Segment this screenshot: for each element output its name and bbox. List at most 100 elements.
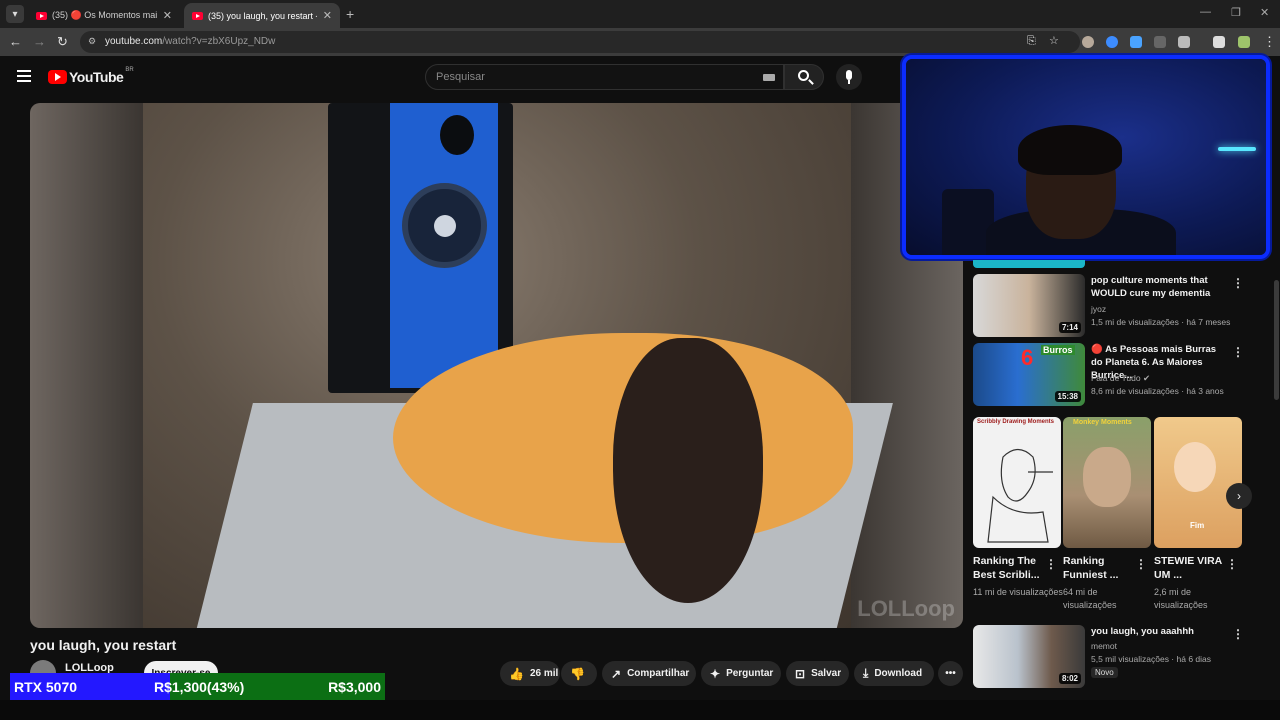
- new-badge: Novo: [1091, 667, 1118, 678]
- donation-goal-bar: RTX 5070 R$1,300(43%) R$3,000: [10, 673, 385, 700]
- youtube-logo[interactable]: YouTube BR: [48, 67, 134, 85]
- download-button[interactable]: ⤓ Download: [854, 661, 934, 686]
- more-options-icon[interactable]: ⋮: [1135, 557, 1147, 571]
- ask-button[interactable]: ✦ Perguntar: [701, 661, 781, 686]
- short-thumbnail[interactable]: Monkey Moments: [1063, 417, 1151, 548]
- short-title[interactable]: Ranking The Best Scribli...: [973, 554, 1045, 582]
- back-arrow-icon[interactable]: ←: [9, 34, 22, 49]
- more-options-icon[interactable]: ⋮: [1232, 276, 1244, 290]
- download-label: Download: [874, 668, 923, 679]
- thumbs-down-icon: 👎: [570, 666, 585, 681]
- webcam-overlay: [902, 55, 1270, 259]
- short-title[interactable]: Ranking Funniest ...: [1063, 554, 1135, 582]
- recommendation-meta: 8,6 mi de visualizações · há 3 anos: [1091, 386, 1224, 396]
- recommendation-thumbnail[interactable]: 8:02: [973, 625, 1085, 688]
- reload-icon[interactable]: ↻: [57, 34, 68, 50]
- thumbnail-caption: Burros: [1041, 345, 1075, 355]
- menu-icon[interactable]: [17, 70, 31, 85]
- window-close-icon[interactable]: ✕: [1260, 6, 1269, 19]
- download-icon: ⤓: [863, 666, 869, 680]
- extension-icon[interactable]: [1082, 36, 1094, 48]
- goal-remaining: R$1,300(43%) R$3,000: [154, 673, 385, 700]
- save-button[interactable]: ⊡ Salvar: [786, 661, 849, 686]
- short-views: 2,6 mi de visualizações: [1154, 587, 1208, 610]
- extension-icon[interactable]: [1106, 36, 1118, 48]
- bookmark-star-icon[interactable]: ☆: [1049, 34, 1059, 47]
- recommendation-channel[interactable]: jyoz: [1091, 303, 1106, 315]
- keyboard-icon[interactable]: [763, 74, 775, 81]
- recommendation-thumbnail[interactable]: 6 Burros 15:38: [973, 343, 1085, 406]
- speaker-port: [440, 115, 474, 155]
- monkey-face: [1083, 447, 1131, 507]
- tab-title: (35) 🔴 Os Momentos mais Ve: [52, 10, 157, 20]
- recommendation-title[interactable]: pop culture moments that WOULD cure my d…: [1091, 274, 1226, 300]
- ask-label: Perguntar: [726, 668, 774, 679]
- url-text: youtube.com/watch?v=zbX6Upz_NDw: [105, 36, 276, 47]
- video-player[interactable]: LOLLoop: [30, 103, 963, 628]
- extension-icon[interactable]: [1130, 36, 1142, 48]
- recommendation-channel[interactable]: memot: [1091, 640, 1117, 652]
- verified-icon: ✔: [1143, 373, 1151, 383]
- forward-arrow-icon[interactable]: →: [33, 34, 46, 49]
- page-scrollbar[interactable]: [1272, 100, 1280, 700]
- more-options-icon[interactable]: ⋮: [1226, 557, 1238, 571]
- dislike-button[interactable]: 👎: [561, 661, 597, 686]
- more-options-icon[interactable]: ⋮: [1045, 557, 1057, 571]
- partial-thumbnail[interactable]: [973, 260, 1085, 268]
- recommendation-title[interactable]: you laugh, you aaahhh: [1091, 625, 1226, 638]
- install-app-icon[interactable]: ⎘: [1027, 35, 1036, 48]
- chevron-right-icon[interactable]: ›: [1226, 483, 1252, 509]
- share-button[interactable]: ↗ Compartilhar: [602, 661, 696, 686]
- hamster-head: [613, 338, 763, 603]
- tab-title: (35) you laugh, you restart - Yo: [208, 10, 317, 21]
- browser-tab-active[interactable]: (35) you laugh, you restart - Yo ✕: [184, 3, 340, 28]
- speaker-image: [328, 103, 513, 393]
- short-thumbnail[interactable]: Fim: [1154, 417, 1242, 548]
- close-tab-icon[interactable]: ✕: [323, 9, 332, 22]
- more-icon: •••: [945, 668, 956, 679]
- more-actions-button[interactable]: •••: [938, 661, 963, 686]
- more-options-icon[interactable]: ⋮: [1232, 345, 1244, 359]
- minimize-icon[interactable]: —: [1200, 6, 1211, 18]
- thumbs-up-icon: 👍: [509, 666, 524, 681]
- close-tab-icon[interactable]: ✕: [163, 9, 172, 22]
- translate-icon[interactable]: [1154, 36, 1166, 48]
- recommendation-meta: 5,5 mil visualizações · há 6 dias: [1091, 654, 1212, 664]
- media-control-icon[interactable]: [1213, 36, 1225, 48]
- logo-text: YouTube: [69, 69, 124, 85]
- recommendation-channel[interactable]: Fala de Tudo ✔: [1091, 372, 1150, 384]
- tab-search-button[interactable]: ▾: [6, 5, 24, 23]
- sparkle-icon: ✦: [710, 666, 721, 681]
- goal-current: R$1,300(43%): [154, 678, 245, 695]
- browser-tab-strip: ▾ (35) 🔴 Os Momentos mais Ve ✕ (35) you …: [0, 0, 1280, 28]
- profile-avatar-icon[interactable]: [1238, 36, 1250, 48]
- video-title: you laugh, you restart: [30, 637, 177, 653]
- short-title[interactable]: STEWIE VIRA UM ...: [1154, 554, 1226, 582]
- share-icon: ↗: [611, 666, 622, 681]
- cartoon-face: [1174, 442, 1216, 492]
- speaker-woofer: [402, 183, 487, 268]
- url-field[interactable]: ⚙ youtube.com/watch?v=zbX6Upz_NDw ⎘ ☆: [80, 31, 1080, 53]
- address-bar-row: ← → ↻ ⚙ youtube.com/watch?v=zbX6Upz_NDw …: [0, 28, 1280, 56]
- plus-icon[interactable]: +: [346, 6, 354, 22]
- youtube-favicon-icon: [192, 11, 203, 20]
- browser-tab[interactable]: (35) 🔴 Os Momentos mais Ve ✕: [28, 3, 180, 28]
- short-thumbnail[interactable]: Scribbly Drawing Moments: [973, 417, 1061, 548]
- like-button[interactable]: 👍 26 mil: [500, 661, 560, 686]
- speaker-face: [390, 103, 498, 388]
- video-duration: 7:14: [1058, 322, 1081, 333]
- webcam-person-hair: [1018, 125, 1122, 175]
- puzzle-icon[interactable]: [1178, 36, 1190, 48]
- maximize-icon[interactable]: ❐: [1231, 6, 1241, 19]
- more-options-icon[interactable]: ⋮: [1232, 627, 1244, 641]
- video-duration: 15:38: [1054, 391, 1081, 402]
- search-button[interactable]: [784, 64, 824, 90]
- browser-menu-icon[interactable]: ⋮: [1263, 34, 1276, 50]
- search-input[interactable]: Pesquisar: [425, 64, 784, 90]
- video-duration: 8:02: [1058, 673, 1081, 684]
- youtube-play-icon: [48, 70, 67, 84]
- site-info-icon[interactable]: ⚙: [88, 36, 96, 47]
- scrollbar-thumb[interactable]: [1274, 280, 1279, 400]
- recommendation-thumbnail[interactable]: 7:14: [973, 274, 1085, 337]
- voice-search-icon[interactable]: [836, 64, 862, 90]
